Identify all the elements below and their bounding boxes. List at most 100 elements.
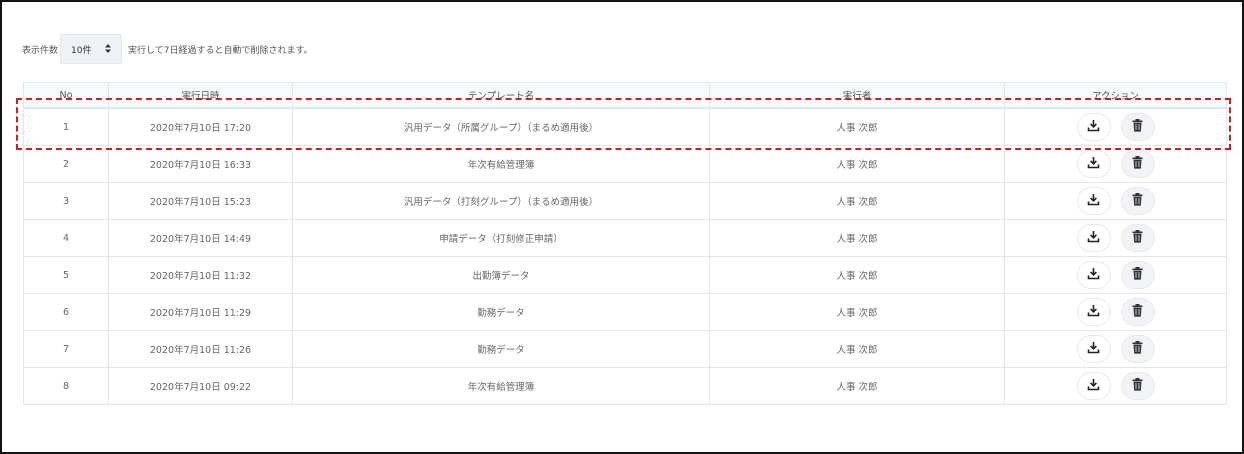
download-button[interactable] [1076, 298, 1111, 326]
row-actions [1006, 298, 1226, 326]
delete-button[interactable] [1120, 113, 1155, 141]
table-row: 4 2020年7月10日 14:49 申請データ（打刻修正申請） 人事 次郎 [23, 219, 1227, 257]
col-header-executor: 実行者 [709, 82, 1005, 109]
list-controls: 表示件数 10件 実行して7日経過すると自動で削除されます。 [22, 34, 313, 64]
cell-executor: 人事 次郎 [709, 367, 1005, 405]
delete-button[interactable] [1120, 298, 1155, 326]
table-row: 2 2020年7月10日 16:33 年次有給管理簿 人事 次郎 [23, 145, 1227, 183]
history-table: No 実行日時 テンプレート名 実行者 アクション 1 2020年7月10日 1… [23, 82, 1227, 405]
trash-icon [1132, 378, 1143, 394]
trash-icon [1132, 119, 1143, 135]
select-caret-icon [105, 43, 112, 55]
download-button[interactable] [1076, 150, 1111, 178]
cell-template: 出勤簿データ [292, 256, 710, 294]
cell-no: 6 [23, 293, 109, 331]
cell-datetime: 2020年7月10日 11:32 [108, 256, 293, 294]
row-actions [1006, 187, 1226, 215]
trash-icon [1132, 156, 1143, 172]
row-actions [1006, 113, 1226, 141]
cell-no: 5 [23, 256, 109, 294]
app-frame: 表示件数 10件 実行して7日経過すると自動で削除されます。 No 実行日時 テ [0, 0, 1244, 454]
cell-actions [1004, 219, 1227, 257]
row-actions [1006, 335, 1226, 363]
trash-icon [1132, 341, 1143, 357]
download-icon [1087, 341, 1100, 357]
delete-button[interactable] [1120, 150, 1155, 178]
table-row: 1 2020年7月10日 17:20 汎用データ（所属グループ）（まるめ適用後）… [23, 107, 1227, 146]
delete-button[interactable] [1120, 224, 1155, 252]
download-button[interactable] [1076, 113, 1111, 141]
download-icon [1087, 230, 1100, 246]
cell-actions [1004, 330, 1227, 368]
cell-executor: 人事 次郎 [709, 182, 1005, 220]
cell-template: 年次有給管理簿 [292, 367, 710, 405]
cell-datetime: 2020年7月10日 14:49 [108, 219, 293, 257]
cell-executor: 人事 次郎 [709, 293, 1005, 331]
cell-datetime: 2020年7月10日 17:20 [108, 107, 293, 146]
download-icon [1087, 378, 1100, 394]
table-row: 3 2020年7月10日 15:23 汎用データ（打刻グループ）（まるめ適用後）… [23, 182, 1227, 220]
cell-actions [1004, 182, 1227, 220]
cell-actions [1004, 367, 1227, 405]
table-row: 8 2020年7月10日 09:22 年次有給管理簿 人事 次郎 [23, 367, 1227, 405]
col-header-datetime: 実行日時 [108, 82, 293, 109]
row-actions [1006, 150, 1226, 178]
cell-template: 勤務データ [292, 293, 710, 331]
cell-template: 汎用データ（打刻グループ）（まるめ適用後） [292, 182, 710, 220]
page-size-select[interactable]: 10件 [60, 34, 123, 64]
table-header-row: No 実行日時 テンプレート名 実行者 アクション [23, 82, 1227, 109]
download-icon [1087, 119, 1100, 135]
cell-template: 勤務データ [292, 330, 710, 368]
download-button[interactable] [1076, 372, 1111, 400]
row-actions [1006, 372, 1226, 400]
cell-executor: 人事 次郎 [709, 219, 1005, 257]
cell-datetime: 2020年7月10日 15:23 [108, 182, 293, 220]
col-header-template: テンプレート名 [292, 82, 710, 109]
delete-button[interactable] [1120, 335, 1155, 363]
table-body: 1 2020年7月10日 17:20 汎用データ（所属グループ）（まるめ適用後）… [23, 107, 1227, 405]
trash-icon [1132, 193, 1143, 209]
cell-no: 7 [23, 330, 109, 368]
cell-template: 申請データ（打刻修正申請） [292, 219, 710, 257]
cell-actions [1004, 107, 1227, 146]
download-icon [1087, 267, 1100, 283]
col-header-no: No [23, 82, 109, 109]
cell-no: 3 [23, 182, 109, 220]
download-icon [1087, 304, 1100, 320]
cell-datetime: 2020年7月10日 11:26 [108, 330, 293, 368]
download-button[interactable] [1076, 261, 1111, 289]
cell-template: 年次有給管理簿 [292, 145, 710, 183]
history-table-wrapper: No 実行日時 テンプレート名 実行者 アクション 1 2020年7月10日 1… [23, 82, 1227, 405]
cell-no: 8 [23, 367, 109, 405]
download-button[interactable] [1076, 224, 1111, 252]
trash-icon [1132, 267, 1143, 283]
cell-no: 2 [23, 145, 109, 183]
cell-no: 1 [23, 107, 109, 146]
download-button[interactable] [1076, 187, 1111, 215]
delete-button[interactable] [1120, 261, 1155, 289]
download-button[interactable] [1076, 335, 1111, 363]
cell-template: 汎用データ（所属グループ）（まるめ適用後） [292, 107, 710, 146]
table-row: 7 2020年7月10日 11:26 勤務データ 人事 次郎 [23, 330, 1227, 368]
trash-icon [1132, 304, 1143, 320]
cell-executor: 人事 次郎 [709, 256, 1005, 294]
delete-button[interactable] [1120, 187, 1155, 215]
cell-executor: 人事 次郎 [709, 330, 1005, 368]
delete-button[interactable] [1120, 372, 1155, 400]
cell-no: 4 [23, 219, 109, 257]
col-header-actions: アクション [1004, 82, 1227, 109]
row-actions [1006, 224, 1226, 252]
cell-actions [1004, 256, 1227, 294]
cell-executor: 人事 次郎 [709, 107, 1005, 146]
trash-icon [1132, 230, 1143, 246]
table-row: 6 2020年7月10日 11:29 勤務データ 人事 次郎 [23, 293, 1227, 331]
cell-actions [1004, 145, 1227, 183]
cell-datetime: 2020年7月10日 11:29 [108, 293, 293, 331]
cell-executor: 人事 次郎 [709, 145, 1005, 183]
cell-datetime: 2020年7月10日 16:33 [108, 145, 293, 183]
auto-delete-notice: 実行して7日経過すると自動で削除されます。 [128, 45, 313, 56]
cell-datetime: 2020年7月10日 09:22 [108, 367, 293, 405]
page-size-label: 表示件数 [22, 45, 59, 56]
table-row: 5 2020年7月10日 11:32 出勤簿データ 人事 次郎 [23, 256, 1227, 294]
row-actions [1006, 261, 1226, 289]
